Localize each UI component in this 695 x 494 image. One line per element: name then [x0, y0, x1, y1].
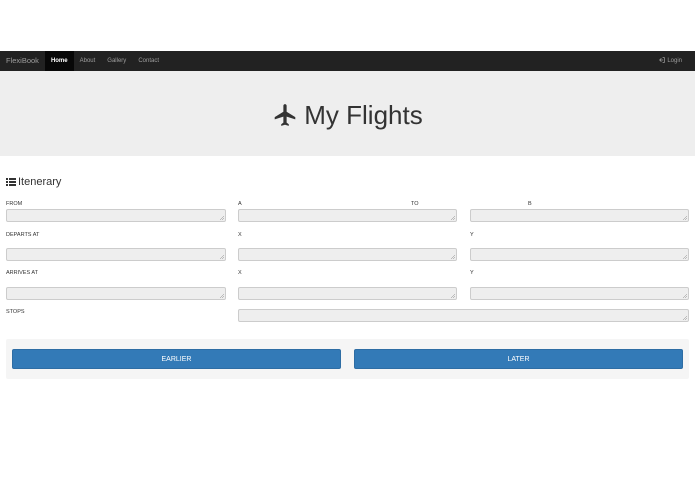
departs-field[interactable]	[6, 248, 226, 261]
arrives-x-field[interactable]	[238, 287, 457, 300]
login-icon	[659, 57, 666, 65]
from-field[interactable]	[6, 209, 226, 222]
list-icon	[6, 177, 16, 187]
page-title-text: My Flights	[304, 99, 423, 130]
arrives-label: ARRIVES AT	[6, 270, 38, 276]
from-b-field[interactable]	[470, 209, 689, 222]
jumbotron: My Flights	[0, 71, 695, 156]
earlier-button[interactable]: EARLIER	[12, 349, 341, 369]
plane-icon	[272, 102, 298, 128]
arrives-y-label: Y	[470, 270, 474, 276]
login-label: Login	[667, 58, 682, 64]
login-link[interactable]: Login	[653, 57, 695, 65]
arrives-x-label: X	[238, 270, 242, 276]
from-label: FROM	[6, 201, 23, 207]
departs-x-field[interactable]	[238, 248, 457, 261]
nav-item-contact[interactable]: Contact	[132, 51, 165, 71]
nav-item-about[interactable]: About	[74, 51, 102, 71]
from-a-field[interactable]	[238, 209, 457, 222]
page-title: My Flights	[272, 99, 423, 131]
departs-label: DEPARTS AT	[6, 232, 40, 238]
from-to-label: TO	[411, 201, 419, 207]
section-title-text: Itenerary	[18, 176, 62, 188]
section-title: Itenerary	[6, 176, 61, 188]
nav-item-gallery[interactable]: Gallery	[101, 51, 132, 71]
stops-field[interactable]	[238, 309, 689, 322]
arrives-field[interactable]	[6, 287, 226, 300]
brand-link[interactable]: FlexiBook	[0, 51, 45, 71]
departs-y-label: Y	[470, 232, 474, 238]
nav-item-home[interactable]: Home	[44, 51, 74, 71]
navbar: FlexiBook Home About Gallery Contact Log…	[0, 51, 695, 71]
departs-x-label: X	[238, 232, 242, 238]
stops-label: STOPS	[6, 309, 25, 315]
later-button[interactable]: LATER	[354, 349, 683, 369]
arrives-y-field[interactable]	[470, 287, 689, 300]
departs-y-field[interactable]	[470, 248, 689, 261]
from-b-label: B	[528, 201, 532, 207]
from-a-label: A	[238, 201, 242, 207]
